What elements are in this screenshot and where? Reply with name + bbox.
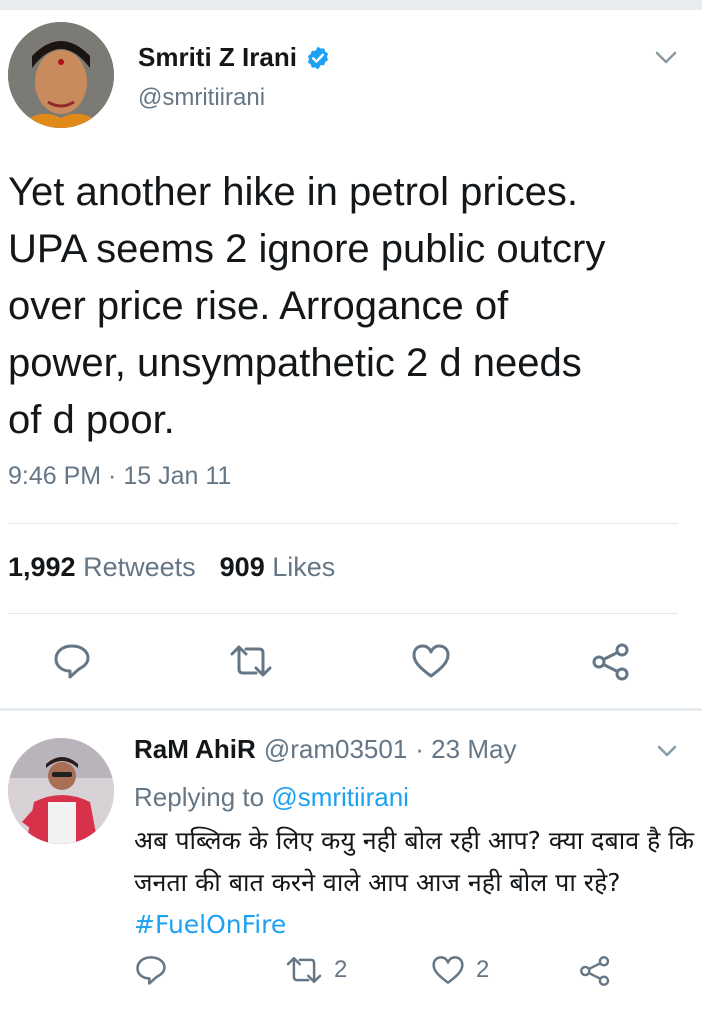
replying-prefix: Replying to bbox=[134, 782, 265, 812]
retweets-count: 1,992 bbox=[8, 552, 76, 582]
share-icon bbox=[592, 643, 629, 681]
hashtag-link[interactable]: #FuelOnFire bbox=[134, 910, 286, 939]
reply-text: अब पब्लिक के लिए कयु नही बोल रही आप? क्य… bbox=[134, 820, 694, 946]
reply-date[interactable]: · 23 May bbox=[415, 734, 516, 765]
author-handle[interactable]: @smritiirani bbox=[138, 84, 265, 112]
reply-body: अब पब्लिक के लिए कयु नही बोल रही आप? क्य… bbox=[134, 826, 694, 897]
like-button[interactable] bbox=[410, 642, 452, 680]
top-rule bbox=[0, 0, 702, 10]
divider bbox=[8, 523, 678, 524]
likes-count: 909 bbox=[219, 552, 265, 582]
reply-author-name[interactable]: RaM AhiR bbox=[134, 734, 256, 765]
retweet-button[interactable] bbox=[228, 642, 274, 680]
reply-retweet-count: 2 bbox=[334, 956, 348, 983]
retweets-stat[interactable]: 1,992 Retweets bbox=[8, 552, 196, 583]
reply-like-count: 2 bbox=[476, 956, 490, 983]
chevron-down-icon[interactable] bbox=[654, 50, 678, 66]
retweets-label: Retweets bbox=[83, 552, 196, 582]
likes-label: Likes bbox=[272, 552, 336, 582]
reply-button[interactable] bbox=[52, 642, 92, 680]
chevron-down-icon[interactable] bbox=[656, 744, 678, 758]
reply-retweet-button[interactable]: 2 bbox=[284, 954, 347, 986]
reply-like-button[interactable]: 2 bbox=[430, 954, 489, 986]
avatar-main[interactable] bbox=[8, 22, 114, 128]
share-button[interactable] bbox=[590, 642, 632, 682]
retweet-icon bbox=[286, 956, 322, 984]
tweet-timestamp[interactable]: 9:46 PM · 15 Jan 11 bbox=[8, 462, 231, 491]
author-name[interactable]: Smriti Z Irani bbox=[138, 42, 331, 73]
reply-author-handle[interactable]: @ram03501 bbox=[264, 734, 407, 765]
replying-handle-link[interactable]: @smritiirani bbox=[271, 782, 409, 812]
avatar-reply[interactable] bbox=[8, 738, 114, 844]
heart-icon bbox=[432, 956, 464, 984]
tweet-stats: 1,992 Retweets 909 Likes bbox=[8, 552, 335, 583]
heart-icon bbox=[412, 644, 450, 678]
divider bbox=[8, 613, 678, 614]
replying-to: Replying to @smritiirani bbox=[134, 782, 409, 813]
section-separator bbox=[0, 708, 702, 711]
verified-badge-icon bbox=[307, 46, 328, 69]
author-name-text: Smriti Z Irani bbox=[138, 42, 297, 72]
reply-share-button[interactable] bbox=[578, 954, 612, 988]
reply-reply-button[interactable] bbox=[134, 954, 168, 986]
share-icon bbox=[580, 956, 610, 986]
retweet-icon bbox=[230, 645, 272, 677]
reply-icon bbox=[54, 644, 90, 679]
tweet-text: Yet another hike in petrol prices. UPA s… bbox=[8, 170, 606, 442]
likes-stat[interactable]: 909 Likes bbox=[220, 552, 336, 583]
reply-icon bbox=[136, 956, 166, 985]
reply-header: RaM AhiR @ram03501 · 23 May bbox=[134, 734, 516, 765]
